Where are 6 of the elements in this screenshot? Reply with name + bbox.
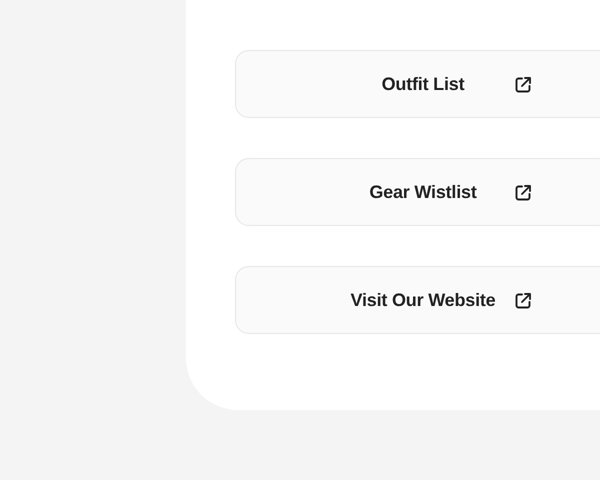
external-link-icon: [513, 75, 533, 95]
link-button[interactable]: Outfit List: [235, 50, 600, 118]
link-button[interactable]: Visit Our Website: [235, 266, 600, 334]
external-link-icon: [513, 291, 533, 311]
link-button[interactable]: Gear Wistlist: [235, 158, 600, 226]
external-link-icon: [513, 183, 533, 203]
